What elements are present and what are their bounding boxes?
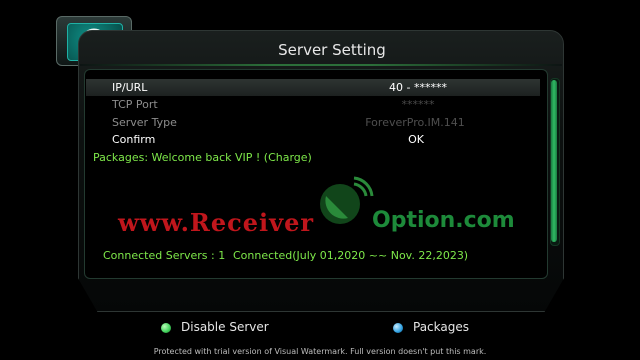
- setting-label-tcp-port[interactable]: TCP Port: [112, 98, 158, 111]
- watermark-satellite-icon: [320, 176, 374, 224]
- green-button-icon: [161, 323, 171, 333]
- watermark-text-left: www.Receiver: [118, 208, 314, 237]
- disable-server-button[interactable]: Disable Server: [181, 320, 269, 334]
- blue-button-icon: [393, 323, 403, 333]
- connected-servers-count: Connected Servers : 1: [103, 249, 226, 262]
- setting-label-confirm[interactable]: Confirm: [112, 133, 155, 146]
- packages-status-text: Packages: Welcome back VIP ! (Charge): [93, 151, 312, 164]
- packages-button[interactable]: Packages: [413, 320, 469, 334]
- connected-period: Connected(July 01,2020 ~~ Nov. 22,2023): [233, 249, 469, 262]
- scrollbar-thumb[interactable]: [551, 80, 557, 242]
- setting-label-server-type[interactable]: Server Type: [112, 116, 177, 129]
- setting-label-ip-url[interactable]: IP/URL: [112, 81, 147, 94]
- watermark-text-right: Option.com: [372, 208, 515, 233]
- setting-value-tcp-port[interactable]: ******: [348, 98, 488, 111]
- title-divider: [80, 64, 562, 66]
- page-title: Server Setting: [278, 41, 386, 59]
- setting-value-ip-url[interactable]: 40 - ******: [348, 81, 488, 94]
- setting-value-server-type[interactable]: ForeverPro.IM.141: [345, 116, 485, 129]
- trial-watermark-notice: Protected with trial version of Visual W…: [153, 347, 487, 356]
- confirm-ok-button[interactable]: OK: [346, 133, 486, 146]
